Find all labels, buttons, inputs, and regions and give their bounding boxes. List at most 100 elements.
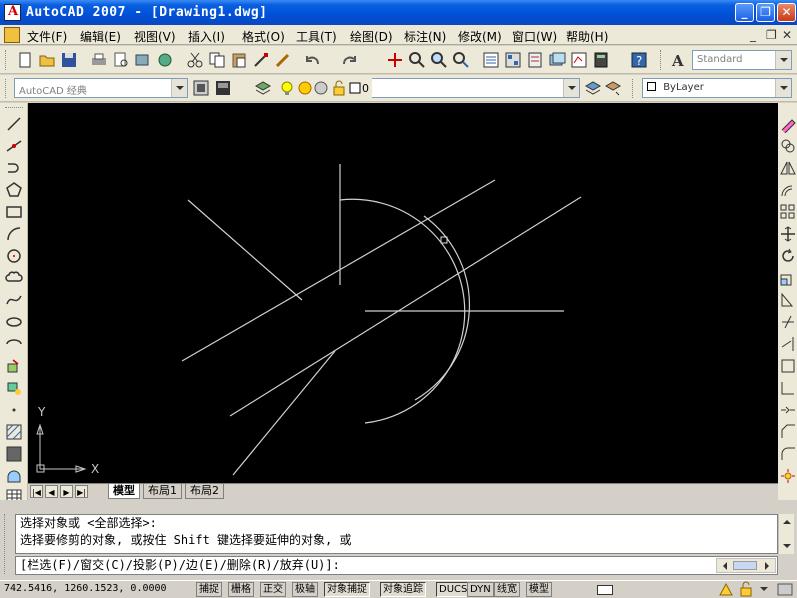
- menu-draw[interactable]: 绘图(D): [350, 28, 393, 45]
- construction-line-icon[interactable]: [5, 137, 23, 155]
- chamfer-icon[interactable]: [779, 423, 797, 441]
- toolbar-grip[interactable]: [5, 107, 23, 110]
- command-hscroll[interactable]: [716, 558, 776, 573]
- command-input[interactable]: [栏选(F)/窗交(C)/投影(P)/边(E)/删除(R)/放弃(U)]:: [15, 556, 778, 575]
- dyn-toggle[interactable]: DYN: [467, 582, 494, 597]
- move-icon[interactable]: [779, 225, 797, 243]
- otrack-toggle[interactable]: 对象追踪: [380, 582, 426, 597]
- gradient-icon[interactable]: [5, 445, 23, 463]
- menu-modify[interactable]: 修改(M): [458, 28, 502, 45]
- block-editor-icon[interactable]: [274, 51, 292, 69]
- properties-icon[interactable]: [482, 51, 500, 69]
- command-scrollbar[interactable]: [778, 514, 794, 554]
- save-icon[interactable]: [60, 51, 78, 69]
- polyline-icon[interactable]: [5, 159, 23, 177]
- next-tab-button[interactable]: ▶: [60, 485, 73, 498]
- copy-object-icon[interactable]: [779, 137, 797, 155]
- short-diagonal-line[interactable]: [187, 199, 303, 301]
- point-icon[interactable]: [5, 401, 23, 419]
- markup-icon[interactable]: [570, 51, 588, 69]
- grid-toggle[interactable]: 栅格: [228, 582, 254, 597]
- circle-icon[interactable]: [5, 247, 23, 265]
- explode-icon[interactable]: [779, 467, 797, 485]
- make-block-icon[interactable]: [5, 379, 23, 397]
- command-grip[interactable]: [4, 514, 12, 574]
- help-icon[interactable]: ?: [630, 51, 648, 69]
- status-tray-box[interactable]: [597, 585, 613, 595]
- lineweight-toggle[interactable]: 线宽: [494, 582, 520, 597]
- menu-help[interactable]: 帮助(H): [566, 28, 608, 45]
- ortho-toggle[interactable]: 正交: [260, 582, 286, 597]
- clean-screen-icon[interactable]: [775, 581, 795, 598]
- last-tab-button[interactable]: ▶|: [75, 485, 88, 498]
- workspace-settings-icon[interactable]: [192, 79, 210, 97]
- copy-icon[interactable]: [208, 51, 226, 69]
- menu-edit[interactable]: 编辑(E): [80, 28, 121, 45]
- toolbar-lock-icon[interactable]: [737, 581, 755, 598]
- splitter[interactable]: [0, 500, 797, 508]
- polar-toggle[interactable]: 极轴: [292, 582, 318, 597]
- zoom-previous-icon[interactable]: [452, 51, 470, 69]
- cut-icon[interactable]: [186, 51, 204, 69]
- quickcalc-icon[interactable]: [592, 51, 610, 69]
- mdi-restore-button[interactable]: ❐: [766, 28, 777, 42]
- menu-tools[interactable]: 工具(T): [296, 28, 337, 45]
- polygon-icon[interactable]: [5, 181, 23, 199]
- region-icon[interactable]: [5, 467, 23, 485]
- pan-icon[interactable]: [386, 51, 404, 69]
- chevron-down-icon[interactable]: [775, 51, 791, 69]
- prev-tab-button[interactable]: ◀: [45, 485, 58, 498]
- scroll-down-icon[interactable]: [779, 539, 795, 553]
- join-icon[interactable]: [779, 401, 797, 419]
- tab-layout2[interactable]: 布局2: [185, 484, 224, 499]
- upper-diagonal-line[interactable]: [181, 179, 496, 362]
- chevron-down-icon[interactable]: [757, 581, 771, 598]
- rectangle-icon[interactable]: [5, 203, 23, 221]
- preview-icon[interactable]: [112, 51, 130, 69]
- toolbar-grip[interactable]: [5, 79, 8, 98]
- chevron-down-icon[interactable]: [171, 79, 187, 97]
- zoom-realtime-icon[interactable]: [408, 51, 426, 69]
- scroll-right-icon[interactable]: [760, 559, 774, 573]
- line-icon[interactable]: [5, 115, 23, 133]
- document-icon[interactable]: [4, 27, 20, 43]
- drawing-canvas[interactable]: Y X: [28, 103, 778, 483]
- ellipse-icon[interactable]: [5, 313, 23, 331]
- layer-viewport-icon[interactable]: [312, 79, 330, 97]
- open-icon[interactable]: [38, 51, 56, 69]
- make-layer-current-icon[interactable]: [584, 79, 602, 97]
- redo-icon[interactable]: [340, 51, 358, 69]
- toolbar-grip[interactable]: [660, 50, 663, 70]
- layer-name[interactable]: 0: [362, 82, 369, 95]
- tool-palettes-icon[interactable]: [526, 51, 544, 69]
- menu-dimension[interactable]: 标注(N): [404, 28, 446, 45]
- layer-previous-icon[interactable]: [604, 79, 622, 97]
- 3d-dwf-icon[interactable]: [156, 51, 174, 69]
- array-icon[interactable]: [779, 203, 797, 221]
- publish-icon[interactable]: [134, 51, 152, 69]
- arc-icon[interactable]: [5, 225, 23, 243]
- text-style-icon[interactable]: A: [670, 51, 688, 69]
- menu-window[interactable]: 窗口(W): [512, 28, 557, 45]
- trim-icon[interactable]: [779, 313, 797, 331]
- tab-model[interactable]: 模型: [108, 484, 140, 499]
- zoom-window-icon[interactable]: [430, 51, 448, 69]
- first-tab-button[interactable]: |◀: [30, 485, 43, 498]
- snap-toggle[interactable]: 捕捉: [196, 582, 222, 597]
- menu-format[interactable]: 格式(O): [242, 28, 285, 45]
- model-toggle[interactable]: 模型: [526, 582, 552, 597]
- chevron-down-icon[interactable]: [563, 79, 579, 97]
- color-control-combo[interactable]: ByLayer: [642, 78, 792, 98]
- mirror-icon[interactable]: [779, 159, 797, 177]
- tab-layout1[interactable]: 布局1: [143, 484, 182, 499]
- menu-insert[interactable]: 插入(I): [188, 28, 225, 45]
- paste-icon[interactable]: [230, 51, 248, 69]
- autocad-app-icon[interactable]: [4, 4, 21, 21]
- scroll-thumb[interactable]: [733, 561, 757, 570]
- osnap-toggle[interactable]: 对象捕捉: [324, 582, 370, 597]
- menu-view[interactable]: 视图(V): [134, 28, 176, 45]
- toolbar-grip[interactable]: [632, 79, 635, 98]
- restore-button[interactable]: ❐: [756, 3, 775, 22]
- save-workspace-icon[interactable]: [214, 79, 232, 97]
- break-at-point-icon[interactable]: [779, 357, 797, 375]
